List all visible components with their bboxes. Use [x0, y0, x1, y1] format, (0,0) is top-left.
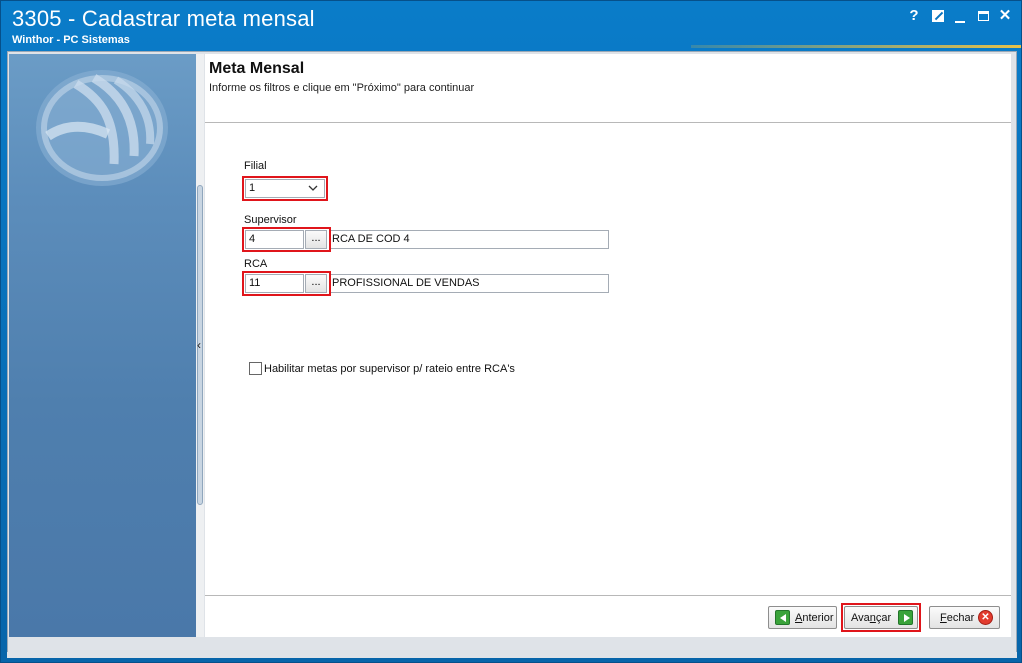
avancar-highlight: [841, 603, 921, 632]
maximize-icon[interactable]: [974, 7, 992, 25]
wizard-content: Meta Mensal Informe os filtros e clique …: [205, 54, 1011, 637]
close-circle-icon: ✕: [978, 610, 993, 625]
habilitar-metas-label[interactable]: Habilitar metas por supervisor p/ rateio…: [264, 363, 515, 375]
supervisor-label: Supervisor: [244, 214, 297, 226]
header-divider: [205, 122, 1011, 123]
rca-label: RCA: [244, 258, 268, 270]
rca-highlight: [242, 271, 331, 296]
fechar-button[interactable]: Fechar ✕: [929, 606, 1000, 629]
anterior-label: Anterior: [795, 612, 834, 624]
app-window: 3305 - Cadastrar meta mensal Winthor - P…: [0, 0, 1022, 663]
close-icon[interactable]: ✕: [996, 7, 1014, 25]
title-bar[interactable]: 3305 - Cadastrar meta mensal Winthor - P…: [1, 1, 1021, 51]
habilitar-metas-checkbox[interactable]: [249, 362, 262, 375]
winthor-logo-icon: [36, 70, 168, 186]
page-title: Meta Mensal: [209, 60, 305, 77]
status-bar: [7, 652, 1017, 658]
supervisor-highlight: [242, 227, 331, 252]
help-icon[interactable]: ?: [905, 7, 923, 25]
arrow-left-icon: [775, 610, 790, 625]
page-hint: Informe os filtros e clique em "Próximo"…: [209, 82, 475, 94]
rca-description: PROFISSIONAL DE VENDAS: [329, 274, 609, 293]
filial-highlight: [242, 176, 328, 201]
footer-divider: [205, 595, 1011, 596]
side-panel: [9, 54, 196, 637]
minimize-icon[interactable]: [951, 7, 969, 25]
supervisor-description: RCA DE COD 4: [329, 230, 609, 249]
edit-icon[interactable]: [929, 7, 947, 25]
window-title: 3305 - Cadastrar meta mensal: [12, 6, 315, 31]
collapse-arrow-icon[interactable]: ‹: [197, 338, 201, 352]
anterior-button[interactable]: Anterior: [768, 606, 837, 629]
fechar-label: Fechar: [940, 612, 975, 624]
title-accent-line: [691, 45, 1021, 48]
filial-label: Filial: [244, 160, 267, 172]
window-subtitle: Winthor - PC Sistemas: [12, 34, 130, 46]
